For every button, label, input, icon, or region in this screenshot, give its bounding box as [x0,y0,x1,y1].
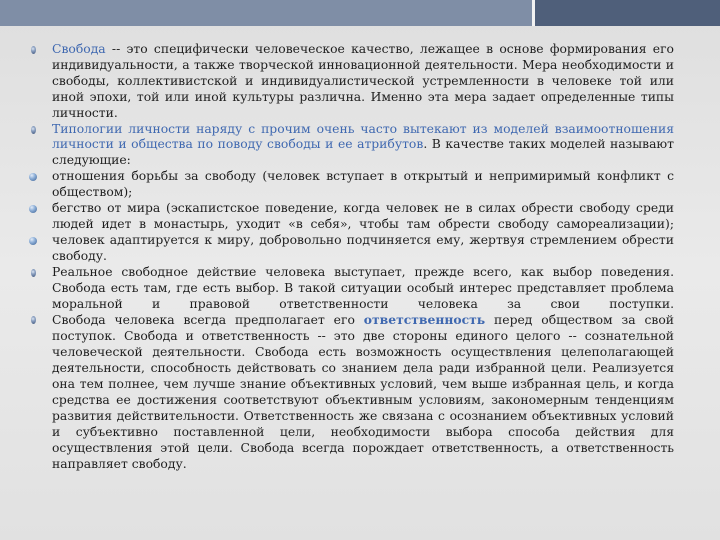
paragraph-personality-typology: Типологии личности наряду с прочим очень… [31,122,674,170]
paragraph-text: -- это специфически человеческое качеств… [52,42,674,120]
list-item-escape: бегство от мира (эскапистское поведение,… [29,201,674,233]
paragraph-text: Свобода человека всегда предполагает его [52,313,364,328]
paragraph-responsibility: Свобода человека всегда предполагает его… [31,312,674,472]
paragraph-choice: Реальное свободное действие человека выс… [31,264,674,313]
round-bullet-icon [29,173,37,182]
paragraph-text: бегство от мира (эскапистское поведение,… [52,201,674,231]
bullet-icon [31,46,36,54]
slide: Свобода -- это специфически человеческое… [0,0,720,540]
term-responsibility: ответственность [363,312,486,328]
paragraph-text: отношения борьбы за свободу (человек вст… [52,169,674,200]
paragraph-freedom-definition: Свобода -- это специфически человеческое… [31,42,674,122]
paragraph-text: перед обществом за свой поступок. Свобод… [52,313,674,471]
round-bullet-icon [29,236,37,245]
bullet-icon [31,268,36,277]
slide-body: Свобода -- это специфически человеческое… [29,42,674,472]
term-freedom: Свобода [52,42,106,56]
list-item-adaptation: человек адаптируется к миру, добровольно… [29,232,674,265]
paragraph-text: человек адаптируется к миру, добровольно… [52,232,674,263]
paragraph-text: Реальное свободное действие человека выс… [52,264,674,311]
title-bar-left [0,0,532,26]
title-bar-right [535,0,720,26]
list-item-struggle: отношения борьбы за свободу (человек вст… [29,169,674,201]
title-bar-decoration [0,0,720,26]
bullet-icon [31,125,36,134]
bullet-icon [31,316,36,325]
round-bullet-icon [29,205,37,214]
